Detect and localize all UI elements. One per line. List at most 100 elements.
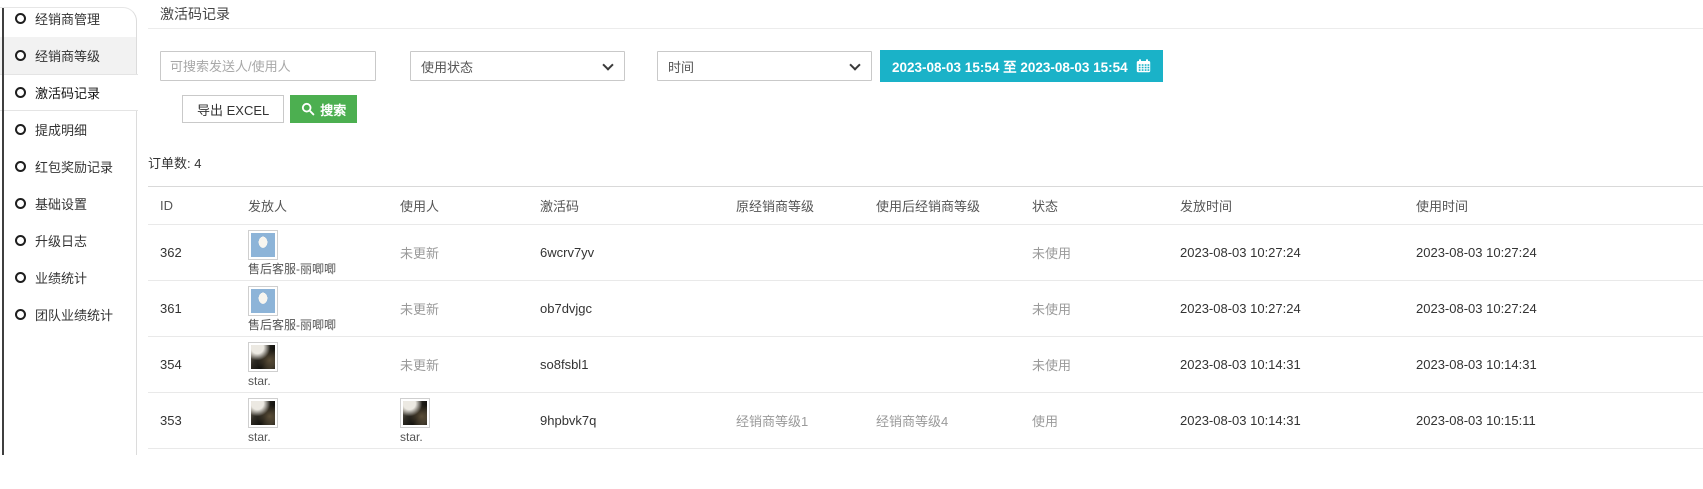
radio-circle-icon	[15, 272, 26, 283]
search-icon	[301, 102, 315, 116]
status-filter-select[interactable]: 使用状态	[410, 51, 625, 81]
person: star.	[248, 398, 400, 443]
cell-used-at: 2023-08-03 10:15:11	[1416, 393, 1703, 449]
sidebar-item-dealer-level[interactable]: 经销商等级	[0, 37, 137, 74]
search-button[interactable]: 搜索	[290, 95, 357, 123]
page-title: 激活码记录	[160, 0, 1703, 21]
photo-avatar-image[interactable]	[248, 398, 278, 428]
radio-circle-icon	[15, 87, 26, 98]
column-header: 发放人	[248, 187, 400, 225]
cell-user: 未更新	[400, 225, 540, 281]
table-row: 354star.未更新so8fsbl1未使用2023-08-03 10:14:3…	[148, 337, 1703, 393]
search-input[interactable]	[160, 51, 376, 81]
filter-bar: 使用状态 时间 2023-08-03 15:54 至 2023-08-03 15…	[148, 50, 1703, 82]
cell-issuer: star.	[248, 393, 400, 449]
column-header: ID	[148, 187, 248, 225]
sidebar-item-label: 基础设置	[35, 194, 87, 213]
table-row: 361售后客服-丽唧唧 未更新ob7dvjgc 未使用 2023-08-03 10:2…	[148, 281, 1703, 337]
radio-circle-icon	[15, 198, 26, 209]
cell-activation-code: so8fsbl1	[540, 337, 736, 393]
cell-activation-code: 6wcrv7yv	[540, 225, 736, 281]
cell-used-at: 2023-08-03 10:14:31	[1416, 337, 1703, 393]
cell-id: 361	[148, 281, 248, 337]
table-row: 353star.star.9hpbvk7q经销商等级1经销商等级4使用2023-…	[148, 393, 1703, 449]
sidebar: 经销商管理 经销商等级 激活码记录 提成明细 红包奖励记录 基础设置 升级日志	[0, 0, 137, 489]
header-divider	[148, 28, 1703, 29]
radio-circle-icon	[15, 13, 26, 24]
person: star.	[400, 398, 540, 443]
sidebar-item-activation-code-records[interactable]: 激活码记录	[0, 74, 138, 111]
date-range-button[interactable]: 2023-08-03 15:54 至 2023-08-03 15:54	[880, 50, 1163, 82]
sidebar-item-label: 业绩统计	[35, 268, 87, 287]
cell-level-after: 经销商等级4	[876, 393, 1032, 449]
column-header: 原经销商等级	[736, 187, 876, 225]
status-filter-value: 使用状态	[421, 57, 473, 76]
sidebar-item-label: 激活码记录	[35, 83, 100, 102]
cell-issued-at: 2023-08-03 10:27:24	[1180, 225, 1416, 281]
radio-circle-icon	[15, 309, 26, 320]
default-avatar-image[interactable]	[248, 286, 278, 316]
table-body: 362售后客服-丽唧唧未更新6wcrv7yv未使用2023-08-03 10:2…	[148, 225, 1703, 449]
sidebar-item-basic-settings[interactable]: 基础设置	[0, 185, 137, 222]
calendar-icon	[1136, 59, 1151, 73]
cell-id: 362	[148, 225, 248, 281]
window-left-border	[2, 8, 4, 455]
cell-used-at: 2023-08-03 10:27:24	[1416, 281, 1703, 337]
sidebar-item-label: 升级日志	[35, 231, 87, 250]
sidebar-item-performance-stats[interactable]: 业绩统计	[0, 259, 137, 296]
action-bar: 导出 EXCEL 搜索	[182, 95, 1703, 123]
cell-level-before: 经销商等级1	[736, 393, 876, 449]
sidebar-item-label: 红包奖励记录	[35, 157, 113, 176]
app: 经销商管理 经销商等级 激活码记录 提成明细 红包奖励记录 基础设置 升级日志	[0, 0, 1703, 489]
person-name: 售后客服-丽唧唧	[248, 319, 336, 331]
sidebar-item-upgrade-log[interactable]: 升级日志	[0, 222, 137, 259]
cell-issued-at: 2023-08-03 10:14:31	[1180, 393, 1416, 449]
cell-status: 未使用	[1032, 225, 1180, 281]
sidebar-item-label: 团队业绩统计	[35, 305, 113, 324]
cell-status: 使用	[1032, 393, 1180, 449]
cell-id: 354	[148, 337, 248, 393]
sidebar-item-label: 提成明细	[35, 120, 87, 139]
person-name: 售后客服-丽唧唧	[248, 263, 336, 275]
export-excel-button[interactable]: 导出 EXCEL	[182, 95, 284, 123]
time-filter-select[interactable]: 时间	[657, 51, 872, 81]
person: 售后客服-丽唧唧	[248, 230, 400, 275]
sidebar-item-label: 经销商管理	[35, 9, 100, 28]
cell-user: 未更新	[400, 281, 540, 337]
sidebar-item-label: 经销商等级	[35, 46, 100, 65]
date-range-value: 2023-08-03 15:54 至 2023-08-03 15:54	[892, 56, 1128, 76]
activation-code-table: ID发放人使用人激活码原经销商等级使用后经销商等级状态发放时间使用时间 362售…	[148, 186, 1703, 449]
sidebar-item-redpacket-reward-records[interactable]: 红包奖励记录	[0, 148, 137, 185]
search-button-label: 搜索	[320, 100, 346, 119]
cell-status: 未使用	[1032, 337, 1180, 393]
chevron-down-icon	[602, 59, 613, 70]
person-name: star.	[248, 375, 271, 387]
cell-activation-code: ob7dvjgc	[540, 281, 736, 337]
cell-level-before	[736, 281, 876, 337]
table-row: 362售后客服-丽唧唧未更新6wcrv7yv未使用2023-08-03 10:2…	[148, 225, 1703, 281]
cell-used-at: 2023-08-03 10:27:24	[1416, 225, 1703, 281]
cell-status: 未使用	[1032, 281, 1180, 337]
column-header: 发放时间	[1180, 187, 1416, 225]
person: star.	[248, 342, 400, 387]
sidebar-item-commission-details[interactable]: 提成明细	[0, 111, 137, 148]
cell-issuer: 售后客服-丽唧唧	[248, 281, 400, 337]
sidebar-item-team-performance-stats[interactable]: 团队业绩统计	[0, 296, 137, 333]
radio-circle-icon	[15, 50, 26, 61]
sidebar-item-dealer-management[interactable]: 经销商管理	[0, 0, 137, 37]
cell-level-after	[876, 225, 1032, 281]
radio-circle-icon	[15, 235, 26, 246]
radio-circle-icon	[15, 124, 26, 135]
cell-id: 353	[148, 393, 248, 449]
cell-level-before	[736, 225, 876, 281]
cell-level-after	[876, 281, 1032, 337]
photo-avatar-image[interactable]	[400, 398, 430, 428]
cell-level-before	[736, 337, 876, 393]
chevron-down-icon	[849, 59, 860, 70]
cell-user: star.	[400, 393, 540, 449]
order-count: 订单数: 4	[148, 153, 1703, 172]
cell-issuer: star.	[248, 337, 400, 393]
column-header: 使用时间	[1416, 187, 1703, 225]
photo-avatar-image[interactable]	[248, 342, 278, 372]
default-avatar-image[interactable]	[248, 230, 278, 260]
